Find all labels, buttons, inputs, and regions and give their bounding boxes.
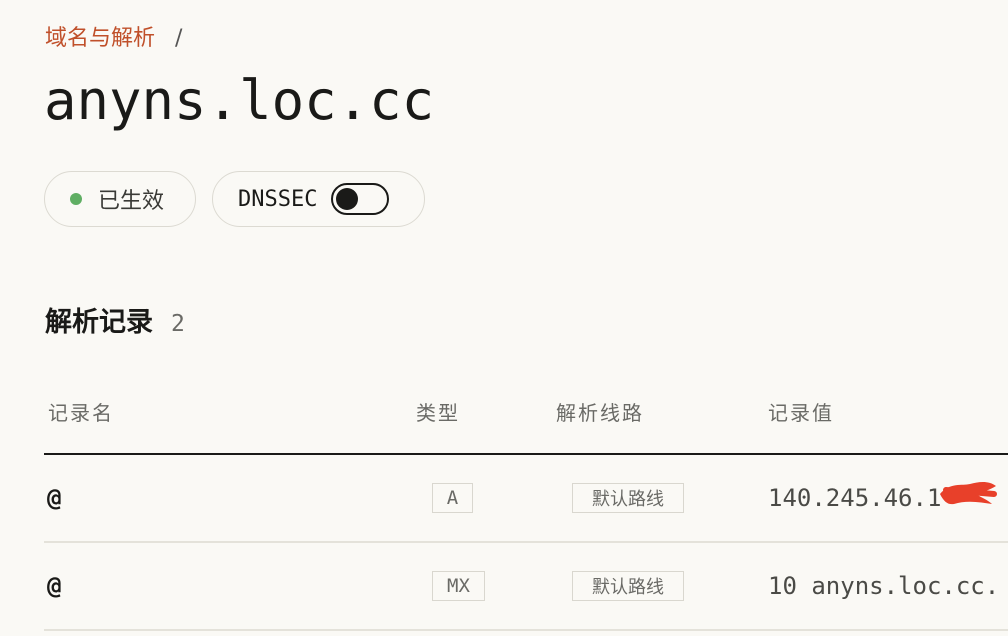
breadcrumb-link-domains[interactable]: 域名与解析 xyxy=(45,24,155,54)
record-line-badge: 默认路线 xyxy=(572,483,684,513)
record-line-badge: 默认路线 xyxy=(572,571,684,601)
record-type-badge: MX xyxy=(432,571,485,601)
dnssec-label: DNSSEC xyxy=(238,186,318,212)
record-value-cell: 10 anyns.loc.cc. xyxy=(768,572,1000,600)
page-title: anyns.loc.cc xyxy=(44,69,435,132)
redaction-scribble xyxy=(940,482,997,505)
records-count: 2 xyxy=(171,311,185,337)
record-name-cell: @ xyxy=(47,572,62,600)
dnssec-toggle-switch[interactable] xyxy=(331,183,390,215)
record-type-badge: A xyxy=(432,483,473,513)
dnssec-toggle-control[interactable]: DNSSEC xyxy=(212,171,425,227)
record-name-cell: @ xyxy=(47,484,62,512)
column-header-record-name[interactable]: 记录名 xyxy=(48,399,114,427)
records-section-header: 解析记录 2 xyxy=(45,300,185,339)
table-header-divider xyxy=(44,453,1008,455)
toggle-knob xyxy=(336,188,359,210)
column-header-line[interactable]: 解析线路 xyxy=(556,399,644,427)
breadcrumb: 域名与解析 / xyxy=(45,24,182,54)
table-row-divider xyxy=(44,629,1008,631)
column-header-value[interactable]: 记录值 xyxy=(768,399,834,427)
breadcrumb-separator: / xyxy=(175,26,183,51)
table-row-divider xyxy=(44,541,1008,543)
status-dot-icon xyxy=(70,193,82,205)
status-badge: 已生效 xyxy=(44,171,196,227)
status-label: 已生效 xyxy=(98,189,165,214)
domain-detail-page: 域名与解析 / anyns.loc.cc 已生效 DNSSEC 解析记录 2 记… xyxy=(0,0,1008,636)
column-header-type[interactable]: 类型 xyxy=(416,399,460,427)
record-value-cell: 140.245.46.1 xyxy=(768,484,942,512)
records-section-title: 解析记录 xyxy=(45,307,153,338)
